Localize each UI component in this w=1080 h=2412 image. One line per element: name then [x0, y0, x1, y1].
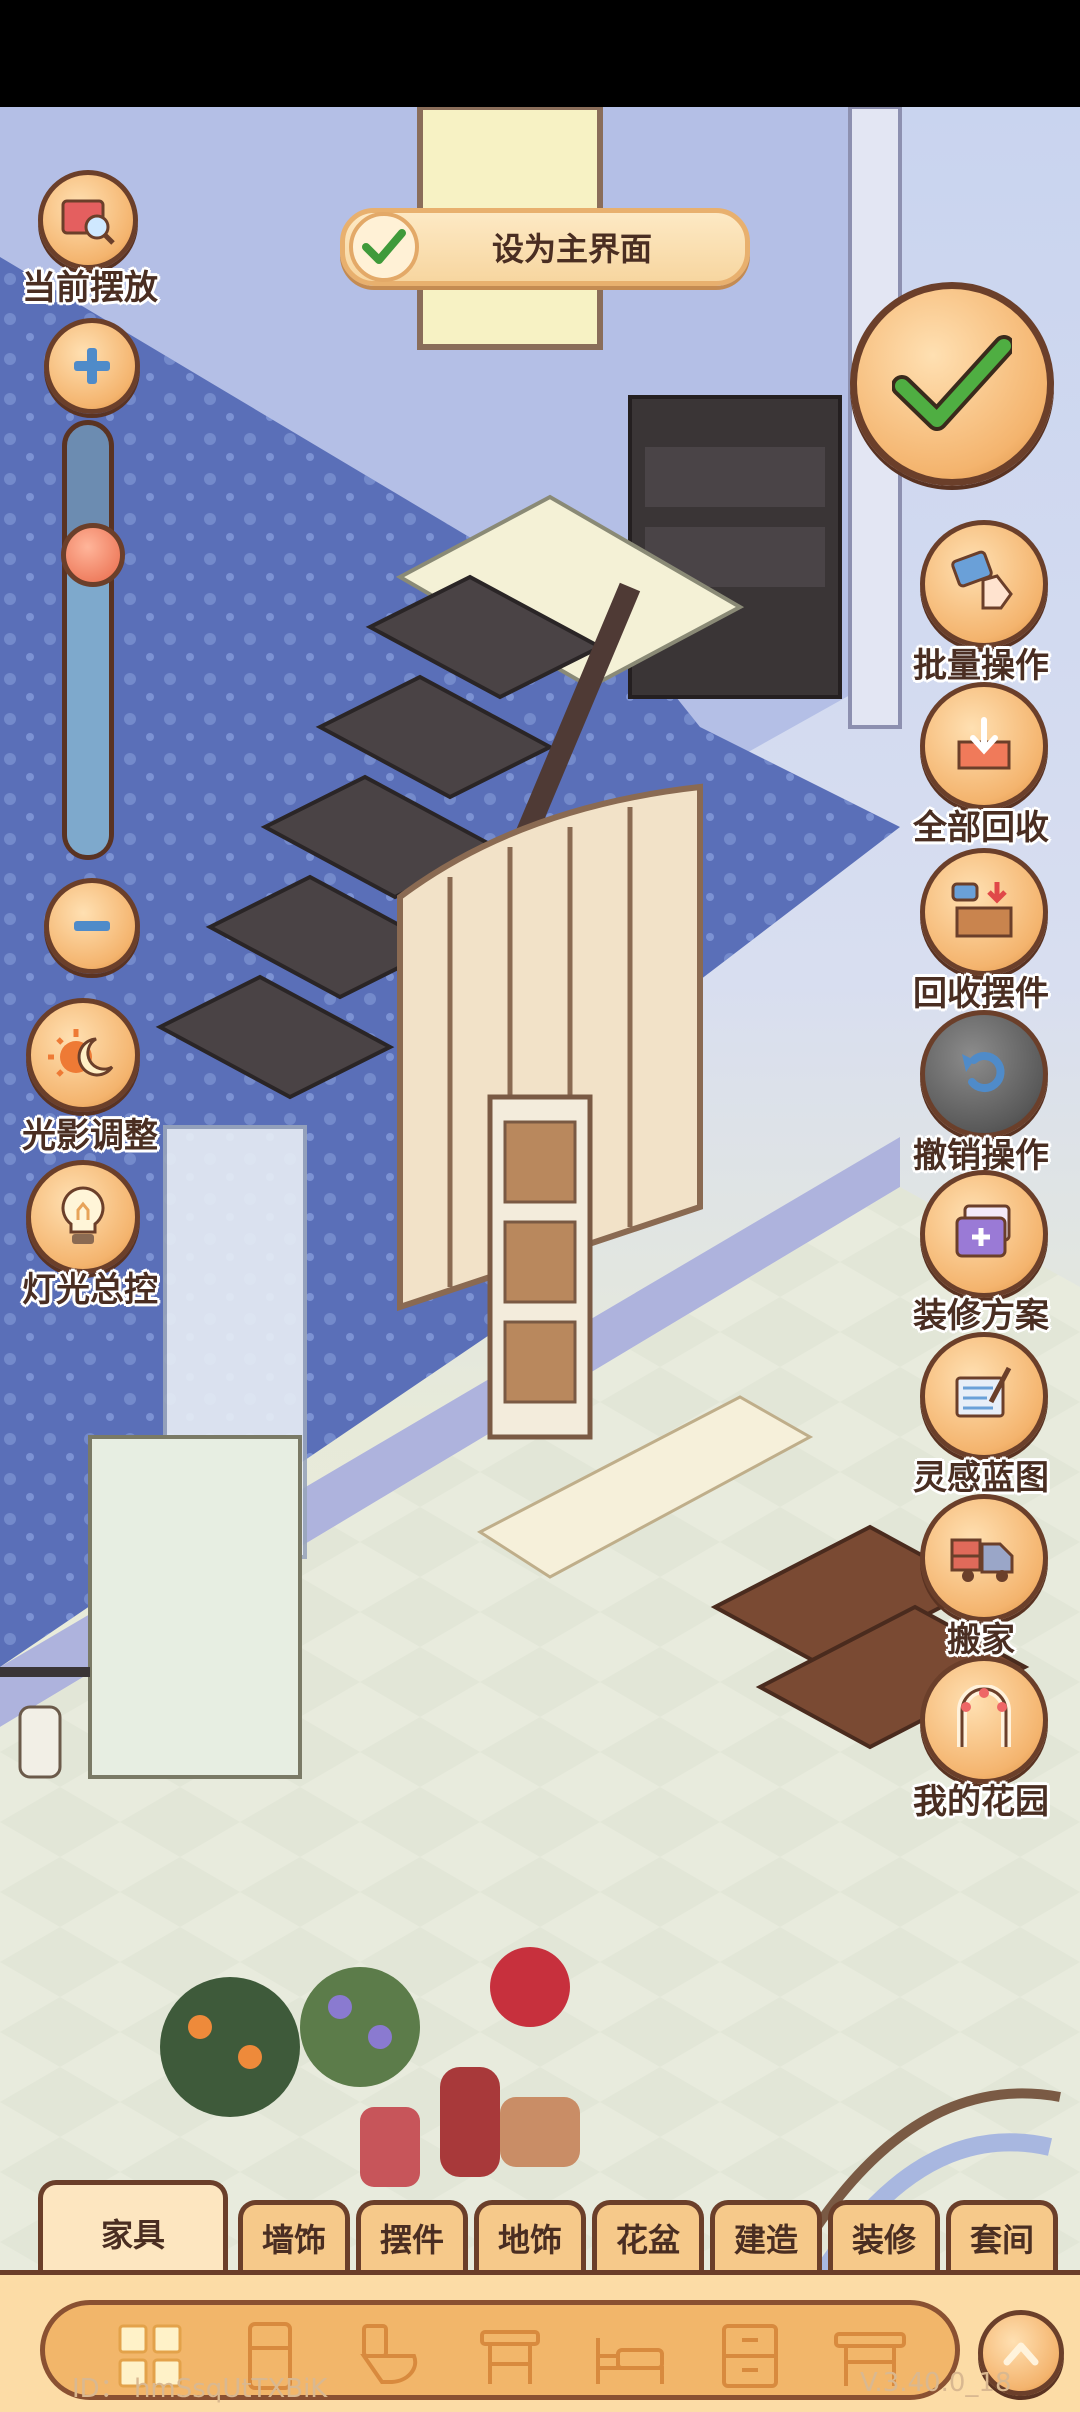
- light-master-label: 灯光总控: [22, 1270, 158, 1310]
- tab-7[interactable]: 套间: [946, 2200, 1058, 2270]
- garden-arch-icon: [952, 1684, 1016, 1755]
- check-icon: [349, 212, 419, 282]
- zoom-slider-fill: [67, 542, 109, 855]
- tab-1[interactable]: 墙饰: [238, 2200, 350, 2270]
- recycle-all-button[interactable]: [920, 682, 1048, 810]
- blueprint-label: 灵感蓝图: [913, 1458, 1049, 1498]
- folder-plus-icon: [951, 1202, 1017, 1266]
- zoom-out-button[interactable]: [44, 878, 140, 974]
- undo-button[interactable]: [920, 1010, 1048, 1138]
- recycle-all-icon: [951, 712, 1017, 780]
- bed-icon[interactable]: [592, 2318, 668, 2394]
- lightbulb-icon: [61, 1186, 105, 1244]
- zoom-slider[interactable]: [61, 420, 125, 860]
- truck-icon: [948, 1526, 1020, 1590]
- sun-moon-icon: [48, 1029, 114, 1077]
- batch-hand-label: 批量操作: [913, 646, 1049, 686]
- zoom-slider-handle[interactable]: [61, 522, 125, 587]
- current-placement-button[interactable]: [38, 170, 138, 270]
- chevron-up-icon: [1003, 2342, 1039, 2366]
- garden-arch-label: 我的花园: [913, 1782, 1049, 1822]
- recycle-box-button[interactable]: [920, 848, 1048, 976]
- tab-6[interactable]: 装修: [828, 2200, 940, 2270]
- blueprint-icon: [951, 1364, 1017, 1428]
- light-adjust-label: 光影调整: [22, 1116, 158, 1156]
- folder-plus-label: 装修方案: [913, 1296, 1049, 1336]
- version-label: V.3.40.0_18: [860, 2368, 1012, 2398]
- tab-5[interactable]: 建造: [710, 2200, 822, 2270]
- recycle-box-label: 回收摆件: [913, 974, 1049, 1014]
- undo-icon: [954, 1042, 1014, 1106]
- truck-label: 搬家: [947, 1620, 1015, 1660]
- truck-button[interactable]: [920, 1494, 1048, 1622]
- tab-0[interactable]: 家具: [38, 2180, 228, 2280]
- cabinet-icon[interactable]: [712, 2318, 788, 2394]
- folder-plus-button[interactable]: [920, 1170, 1048, 1298]
- toilet-icon[interactable]: [352, 2318, 428, 2394]
- plus-icon: [74, 348, 110, 384]
- search-box-icon: [61, 199, 115, 245]
- check-icon: [892, 335, 1012, 431]
- light-adjust-button[interactable]: [26, 998, 140, 1112]
- minus-icon: [74, 921, 110, 931]
- batch-hand-button[interactable]: [920, 520, 1048, 648]
- recycle-all-label: 全部回收: [913, 808, 1049, 848]
- batch-hand-icon: [949, 550, 1019, 618]
- current-placement-label: 当前摆放: [22, 268, 158, 308]
- recycle-box-icon: [949, 878, 1019, 946]
- blueprint-button[interactable]: [920, 1332, 1048, 1460]
- light-master-button[interactable]: [26, 1160, 140, 1274]
- set-main-button[interactable]: 设为主界面: [340, 208, 750, 286]
- confirm-button[interactable]: [850, 282, 1054, 486]
- tab-2[interactable]: 摆件: [356, 2200, 468, 2270]
- status-bar: [0, 0, 1080, 107]
- zoom-in-button[interactable]: [44, 318, 140, 414]
- set-main-label: 设为主界面: [491, 230, 652, 268]
- tab-4[interactable]: 花盆: [592, 2200, 704, 2270]
- garden-arch-button[interactable]: [920, 1656, 1048, 1784]
- stool-icon[interactable]: [472, 2318, 548, 2394]
- player-id: ID： hmSsqUtTXBiK: [72, 2374, 328, 2404]
- tab-3[interactable]: 地饰: [474, 2200, 586, 2270]
